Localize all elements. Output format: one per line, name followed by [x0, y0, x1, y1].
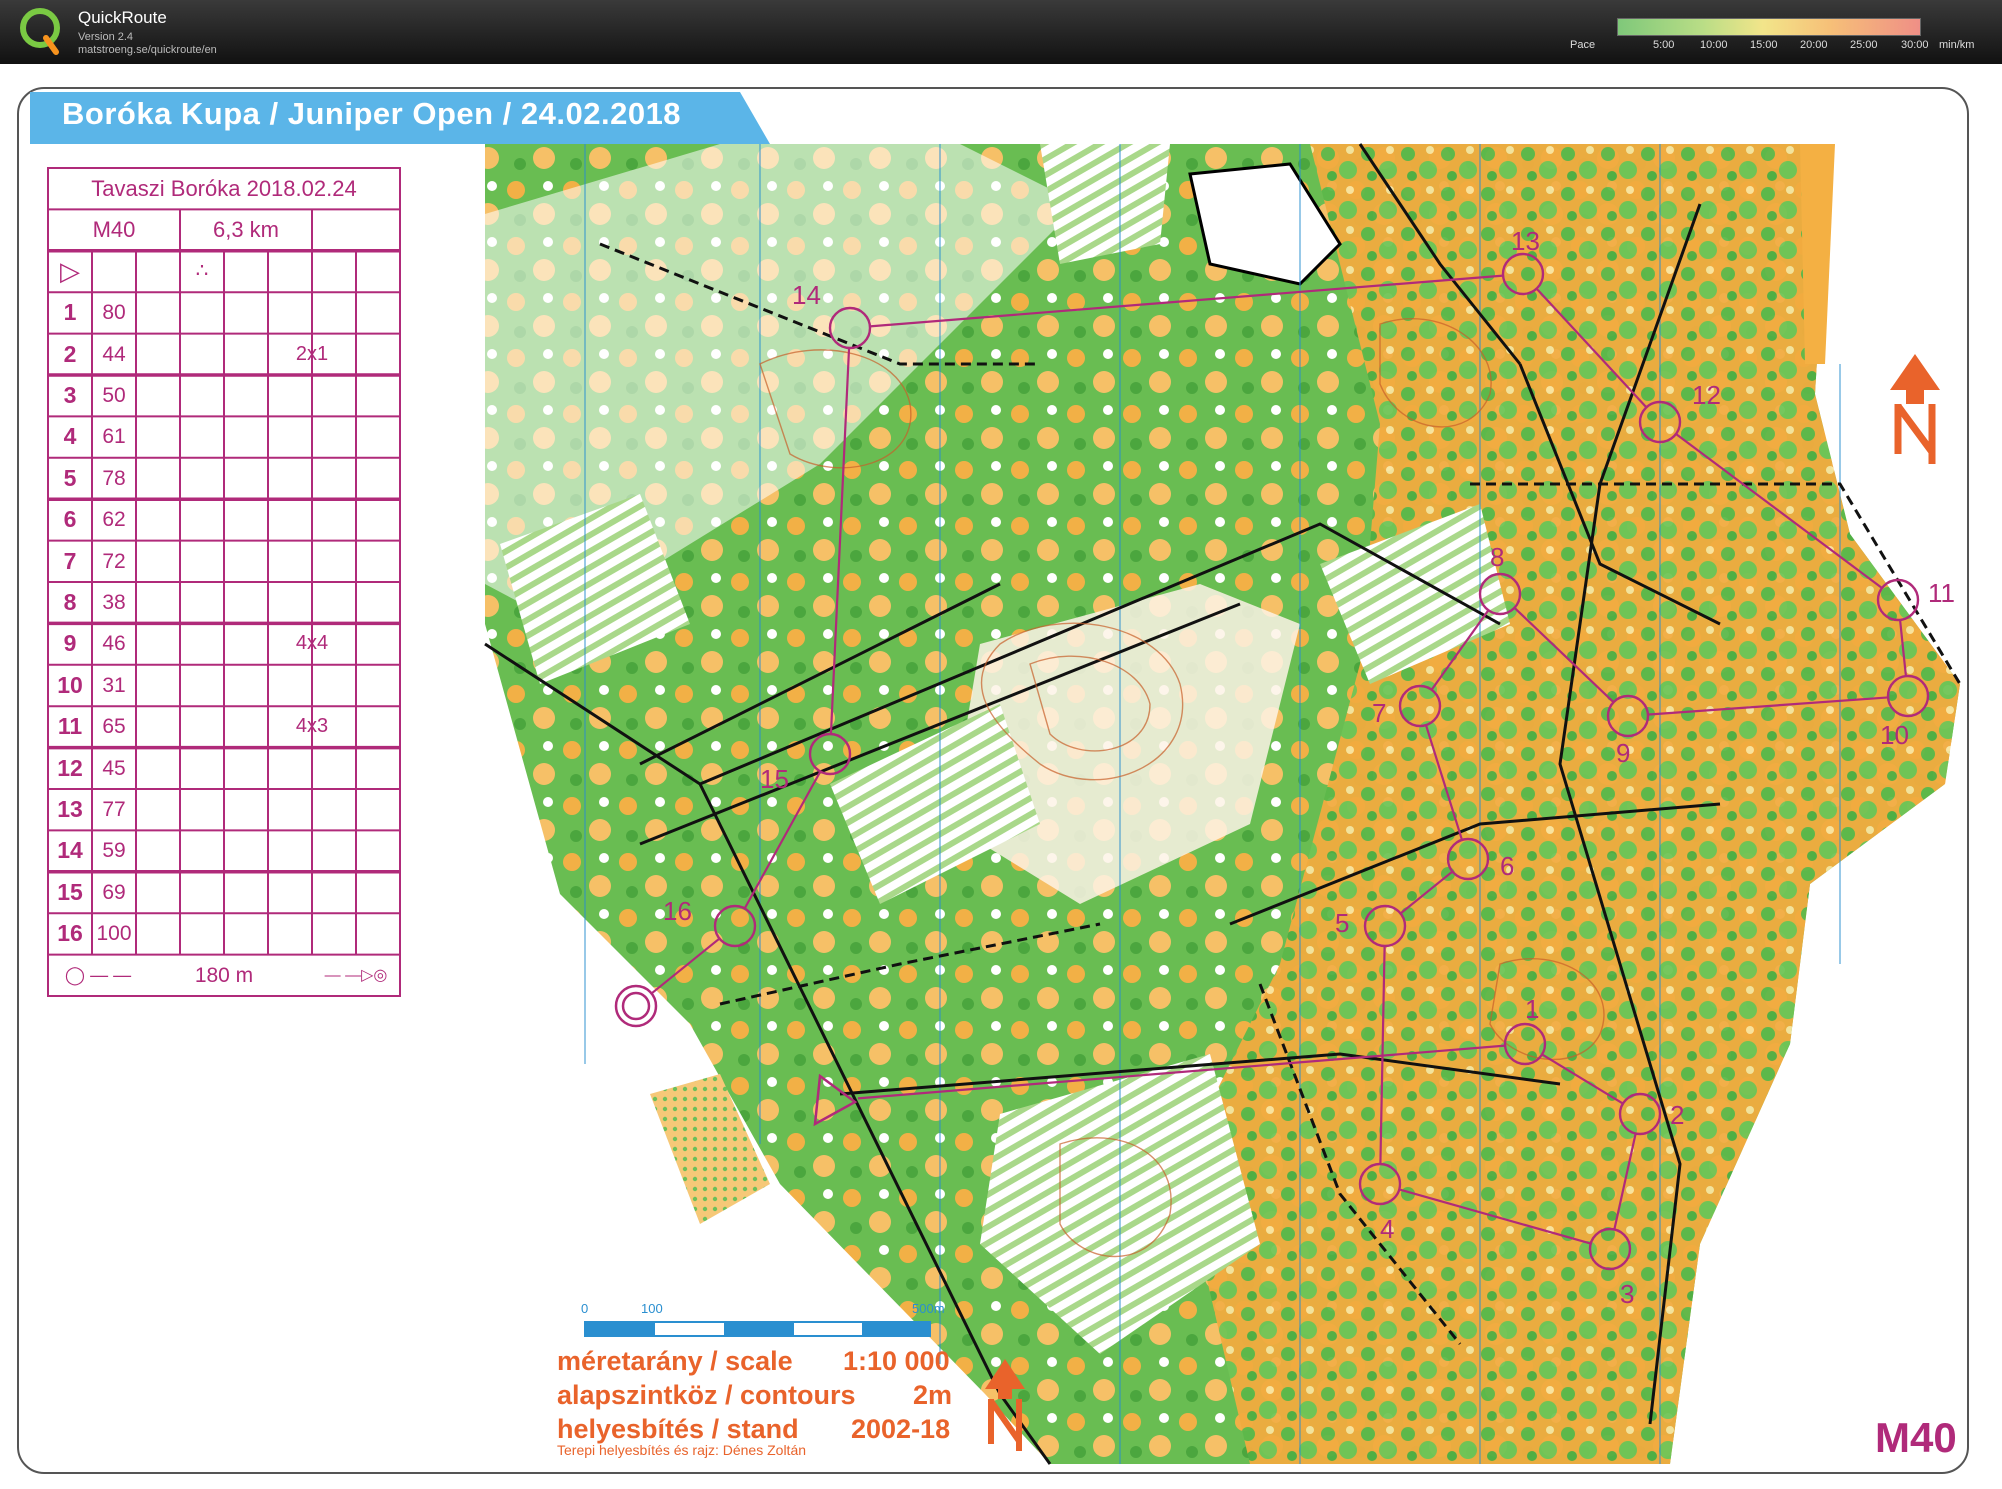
cd-control-code: 78: [102, 466, 126, 490]
control-number: 10: [1880, 720, 1909, 750]
control-number: 12: [1692, 380, 1721, 410]
scale-label: méretarány / scale: [557, 1346, 793, 1376]
app-version: Version 2.4: [78, 31, 134, 43]
pace-legend-label: Pace: [1570, 39, 1596, 51]
cd-control-number: 15: [57, 878, 83, 905]
cd-start-feature: ∴: [195, 259, 209, 282]
control-number: 9: [1616, 738, 1631, 768]
app-toolbar: QuickRoute Version 2.4 matstroeng.se/qui…: [0, 0, 2002, 64]
revision-value: 2002-18: [851, 1414, 951, 1444]
scale-bar-tick: 0: [581, 1301, 589, 1316]
orienteering-map[interactable]: [0, 64, 2002, 1489]
control-number: 5: [1335, 908, 1350, 938]
scale-bar-tick: 500m: [912, 1301, 945, 1316]
cd-control-number: 14: [57, 837, 83, 864]
control-number: 6: [1500, 851, 1515, 881]
pace-tick: 10:00: [1700, 39, 1728, 51]
control-number: 15: [760, 764, 789, 794]
cd-control-code: 77: [102, 798, 126, 821]
cd-control-code: 44: [102, 342, 126, 366]
scale-bar-tick: 100: [641, 1301, 663, 1316]
cd-control-code: 80: [102, 301, 126, 325]
scale-value: 1:10 000: [843, 1346, 950, 1376]
cd-control-number: 1: [63, 299, 77, 326]
quickroute-logo-icon: [20, 8, 60, 55]
cd-finish-end-symbol: — —▷◎: [324, 966, 388, 984]
mapper-credit: Terepi helyesbítés és rajz: Dénes Zoltán: [557, 1442, 807, 1458]
cd-dimensions: 4x3: [295, 715, 329, 738]
contours-label: alapszintköz / contours: [557, 1380, 856, 1410]
cd-control-number: 9: [63, 630, 77, 657]
cd-control-code: 61: [102, 425, 126, 449]
course-label: M40: [1875, 1414, 1957, 1461]
cd-control-number: 16: [57, 920, 83, 947]
control-number: 8: [1490, 542, 1505, 572]
cd-dimensions: 4x4: [295, 632, 329, 655]
pace-color-scale: [1617, 18, 1921, 36]
cd-finish-start-symbol: ◯ — —: [64, 964, 132, 985]
cd-control-number: 3: [63, 382, 77, 408]
app-url-link[interactable]: matstroeng.se/quickroute/en: [78, 44, 217, 56]
cd-control-code: 69: [102, 880, 126, 904]
control-number: 3: [1620, 1279, 1635, 1309]
cd-control-code: 100: [96, 922, 132, 946]
cd-control-number: 2: [63, 340, 77, 367]
cd-length: 6,3 km: [212, 217, 280, 243]
cd-event-title: Tavaszi Boróka 2018.02.24: [91, 176, 357, 201]
app-title: QuickRoute: [78, 8, 167, 27]
cd-dimensions: 2x1: [295, 342, 329, 365]
cd-control-number: 13: [57, 796, 83, 822]
cd-control-number: 4: [63, 423, 77, 450]
pace-tick: 30:00: [1901, 39, 1929, 51]
control-number: 14: [792, 280, 821, 310]
cd-control-number: 6: [63, 506, 77, 533]
control-number: 11: [1928, 578, 1955, 608]
pace-tick: 20:00: [1800, 39, 1828, 51]
pace-tick: 5:00: [1653, 39, 1675, 51]
cd-control-code: 72: [102, 549, 126, 573]
control-number: 7: [1372, 698, 1387, 728]
revision-label: helyesbítés / stand: [557, 1414, 799, 1444]
cd-control-number: 7: [63, 547, 77, 574]
cd-control-code: 46: [102, 632, 126, 656]
map-title: Boróka Kupa / Juniper Open / 24.02.2018: [62, 96, 682, 131]
cd-control-code: 65: [102, 715, 126, 739]
cd-control-number: 5: [63, 464, 77, 491]
control-number: 13: [1511, 226, 1540, 256]
pace-tick: 25:00: [1850, 39, 1878, 51]
cd-control-code: 38: [102, 591, 126, 614]
pace-unit: min/km: [1939, 39, 1975, 51]
scale-bar: [584, 1321, 931, 1337]
cd-control-code: 45: [102, 756, 126, 780]
cd-control-number: 8: [63, 589, 77, 615]
cd-control-number: 10: [57, 671, 83, 698]
cd-control-code: 62: [102, 508, 126, 532]
pace-tick: 15:00: [1750, 39, 1778, 51]
cd-control-code: 31: [102, 673, 126, 697]
cd-control-code: 59: [102, 839, 126, 863]
control-number: 2: [1670, 1100, 1685, 1130]
control-number: 16: [663, 896, 692, 926]
cd-finish-distance: 180 m: [194, 963, 254, 987]
cd-control-code: 50: [102, 384, 126, 407]
contours-value: 2m: [913, 1380, 953, 1410]
cd-course: M40: [92, 217, 136, 243]
map-canvas[interactable]: Boróka Kupa / Juniper Open / 24.02.2018 …: [0, 64, 2002, 1489]
control-number: 4: [1380, 1214, 1395, 1244]
cd-start-symbol: ▷: [60, 255, 80, 286]
cd-control-number: 11: [57, 713, 83, 740]
control-number: 1: [1525, 994, 1540, 1024]
cd-control-number: 12: [57, 754, 83, 781]
